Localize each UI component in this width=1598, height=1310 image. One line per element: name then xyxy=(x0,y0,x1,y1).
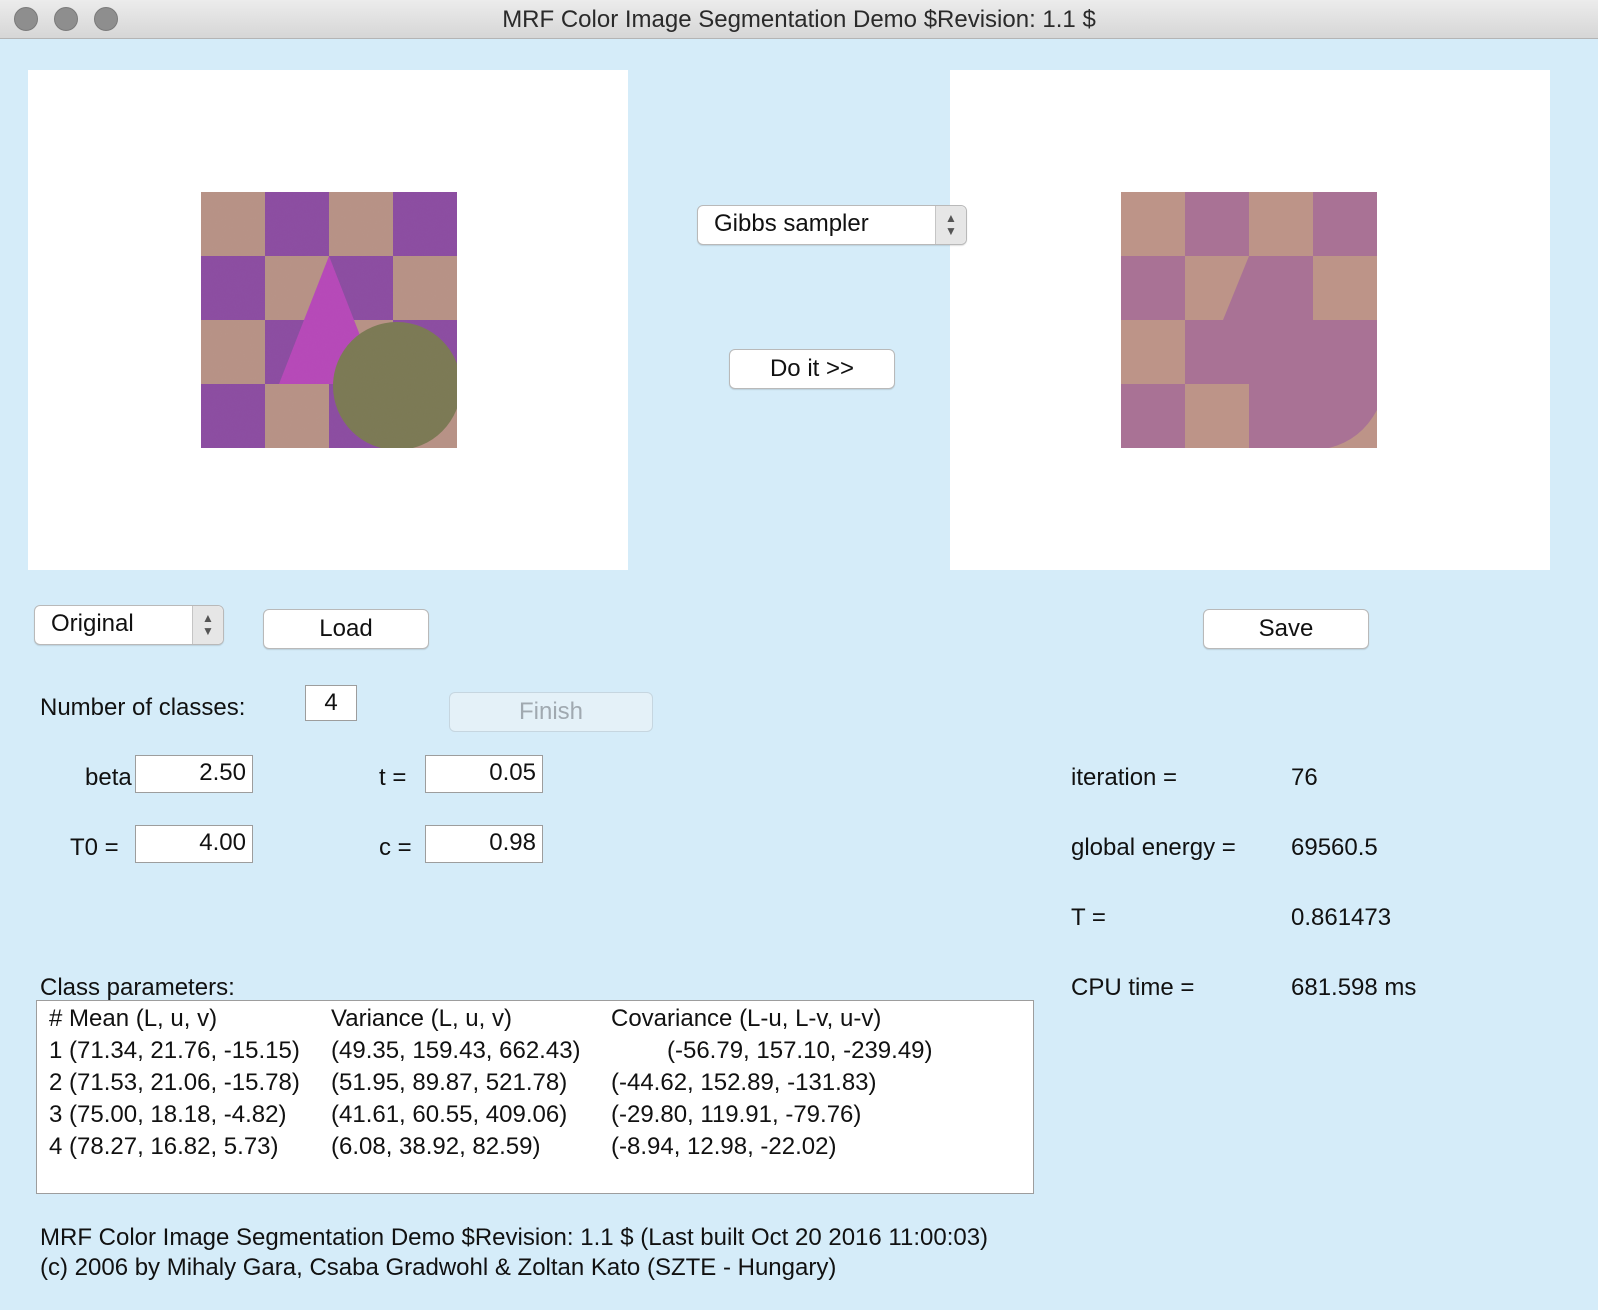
segment-region xyxy=(1121,320,1185,384)
segment-region xyxy=(1185,384,1249,448)
t0-field[interactable]: 4.00 xyxy=(135,825,253,863)
segment-region xyxy=(1249,192,1313,256)
temperature-label: T = xyxy=(1071,904,1106,931)
segment-region xyxy=(1121,192,1185,256)
class-mean: 2 (71.53, 21.06, -15.78) xyxy=(49,1069,300,1096)
checker-square xyxy=(393,192,457,256)
segmented-image-panel xyxy=(950,70,1550,570)
c-label: c = xyxy=(379,834,412,861)
classes-field[interactable]: 4 xyxy=(305,685,357,721)
cpu-time-value: 681.598 ms xyxy=(1291,974,1417,1001)
t-field[interactable]: 0.05 xyxy=(425,755,543,793)
cpu-time-label: CPU time = xyxy=(1071,974,1195,1001)
class-covariance: (-56.79, 157.10, -239.49) xyxy=(667,1037,933,1064)
view-select[interactable]: Original ▲ ▼ xyxy=(34,605,224,645)
class-covariance: (-8.94, 12.98, -22.02) xyxy=(611,1133,837,1160)
checker-square xyxy=(265,192,329,256)
class-covariance: (-44.62, 152.89, -131.83) xyxy=(611,1069,877,1096)
checker-square xyxy=(329,192,393,256)
energy-value: 69560.5 xyxy=(1291,834,1378,861)
energy-label: global energy = xyxy=(1071,834,1236,861)
segment-region xyxy=(1313,256,1377,320)
load-button[interactable]: Load xyxy=(263,609,429,649)
segmented-image xyxy=(1121,192,1377,448)
classes-label: Number of classes: xyxy=(40,694,246,721)
view-select-value: Original xyxy=(51,610,134,637)
iteration-value: 76 xyxy=(1291,764,1318,791)
checker-square xyxy=(265,384,329,448)
do-it-button[interactable]: Do it >> xyxy=(729,349,895,389)
temperature-value: 0.861473 xyxy=(1291,904,1392,931)
class-mean: 4 (78.27, 16.82, 5.73) xyxy=(49,1133,279,1160)
t0-label: T0 = xyxy=(70,834,119,861)
window-title: MRF Color Image Segmentation Demo $Revis… xyxy=(502,6,1096,33)
circle-shape xyxy=(333,322,457,448)
class-covariance: (-29.80, 119.91, -79.76) xyxy=(611,1101,862,1128)
t-label: t = xyxy=(379,764,407,791)
method-select-value: Gibbs sampler xyxy=(714,210,869,237)
class-parameters-textarea[interactable]: # Mean (L, u, v) Variance (L, u, v) Cova… xyxy=(36,1000,1034,1194)
class-parameters-title: Class parameters: xyxy=(40,974,235,1001)
checker-square xyxy=(393,256,457,320)
method-select[interactable]: Gibbs sampler ▲ ▼ xyxy=(697,205,967,245)
updown-arrows-icon: ▲ ▼ xyxy=(935,206,966,244)
save-button[interactable]: Save xyxy=(1203,609,1369,649)
original-image-panel xyxy=(28,70,628,570)
footer-copyright: (c) 2006 by Mihaly Gara, Csaba Gradwohl … xyxy=(40,1254,837,1281)
finish-button: Finish xyxy=(449,692,653,732)
beta-field[interactable]: 2.50 xyxy=(135,755,253,793)
title-bar: MRF Color Image Segmentation Demo $Revis… xyxy=(0,0,1598,39)
checker-square xyxy=(201,384,265,448)
header-mean: # Mean (L, u, v) xyxy=(49,1005,218,1032)
footer-build-info: MRF Color Image Segmentation Demo $Revis… xyxy=(40,1224,989,1251)
updown-arrows-icon: ▲ ▼ xyxy=(192,606,223,644)
class-variance: (41.61, 60.55, 409.06) xyxy=(331,1101,568,1128)
class-mean: 3 (75.00, 18.18, -4.82) xyxy=(49,1101,287,1128)
checker-square xyxy=(201,192,265,256)
header-variance: Variance (L, u, v) xyxy=(331,1005,512,1032)
class-variance: (6.08, 38.92, 82.59) xyxy=(331,1133,541,1160)
checker-square xyxy=(201,256,265,320)
checker-square xyxy=(201,320,265,384)
iteration-label: iteration = xyxy=(1071,764,1178,791)
class-variance: (49.35, 159.43, 662.43) xyxy=(331,1037,581,1064)
original-image xyxy=(201,192,457,448)
header-covariance: Covariance (L-u, L-v, u-v) xyxy=(611,1005,882,1032)
c-field[interactable]: 0.98 xyxy=(425,825,543,863)
class-variance: (51.95, 89.87, 521.78) xyxy=(331,1069,568,1096)
class-mean: 1 (71.34, 21.76, -15.15) xyxy=(49,1037,300,1064)
